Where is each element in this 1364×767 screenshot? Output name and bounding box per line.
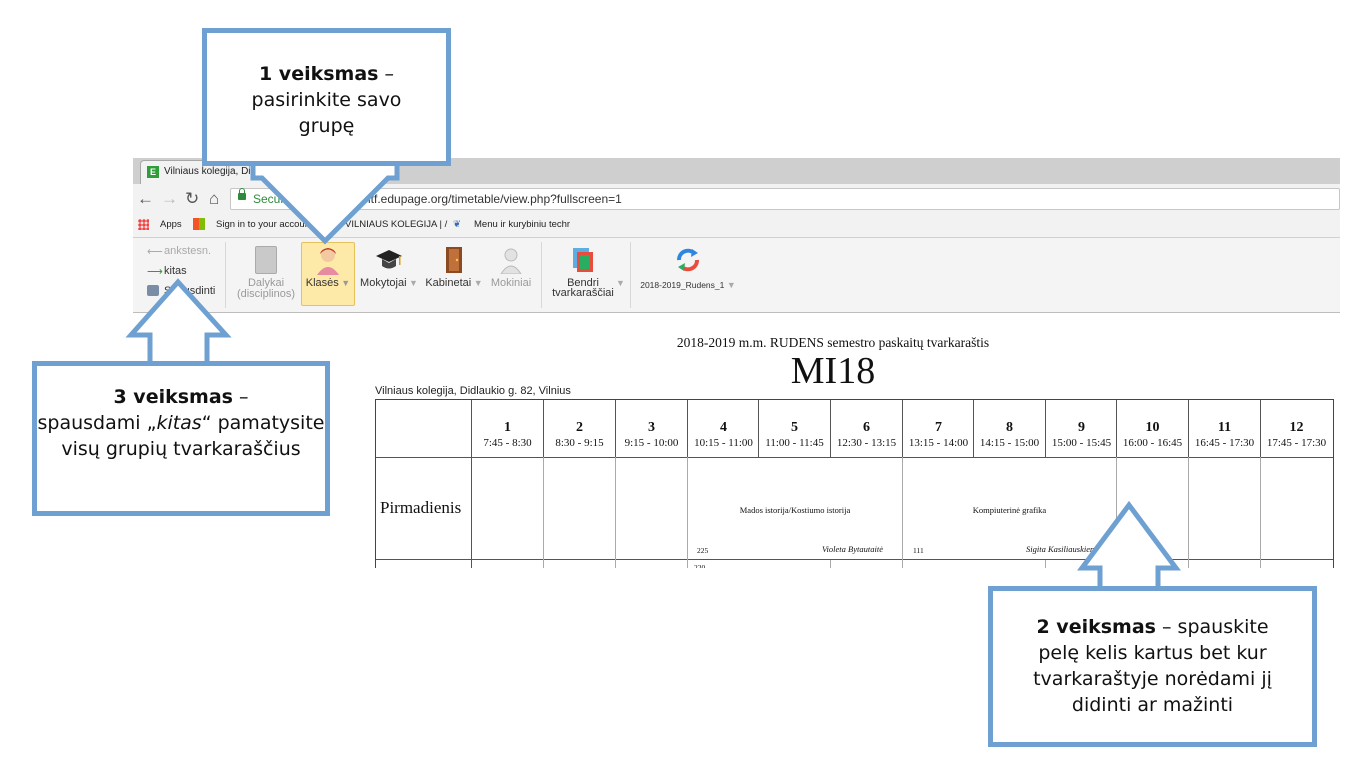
step1-dash: –: [378, 63, 395, 85]
step1-heading: 1 veiksmas: [258, 63, 379, 85]
step2-callout: 2 veiksmas – spauskite pelę kelis kartus…: [988, 586, 1317, 747]
step2-heading: 2 veiksmas: [1036, 616, 1156, 638]
step3-callout: 3 veiksmas – spausdami „kitas“ pamatysit…: [32, 361, 330, 516]
step3-text-em: kitas: [156, 412, 202, 434]
step3-dash: –: [232, 386, 249, 408]
step1-text: pasirinkite savo grupę: [251, 89, 402, 137]
step1-callout: 1 veiksmas – pasirinkite savo grupę: [202, 28, 451, 166]
step3-heading: 3 veiksmas: [113, 386, 233, 408]
step3-text-pre: spausdami „: [37, 412, 157, 434]
